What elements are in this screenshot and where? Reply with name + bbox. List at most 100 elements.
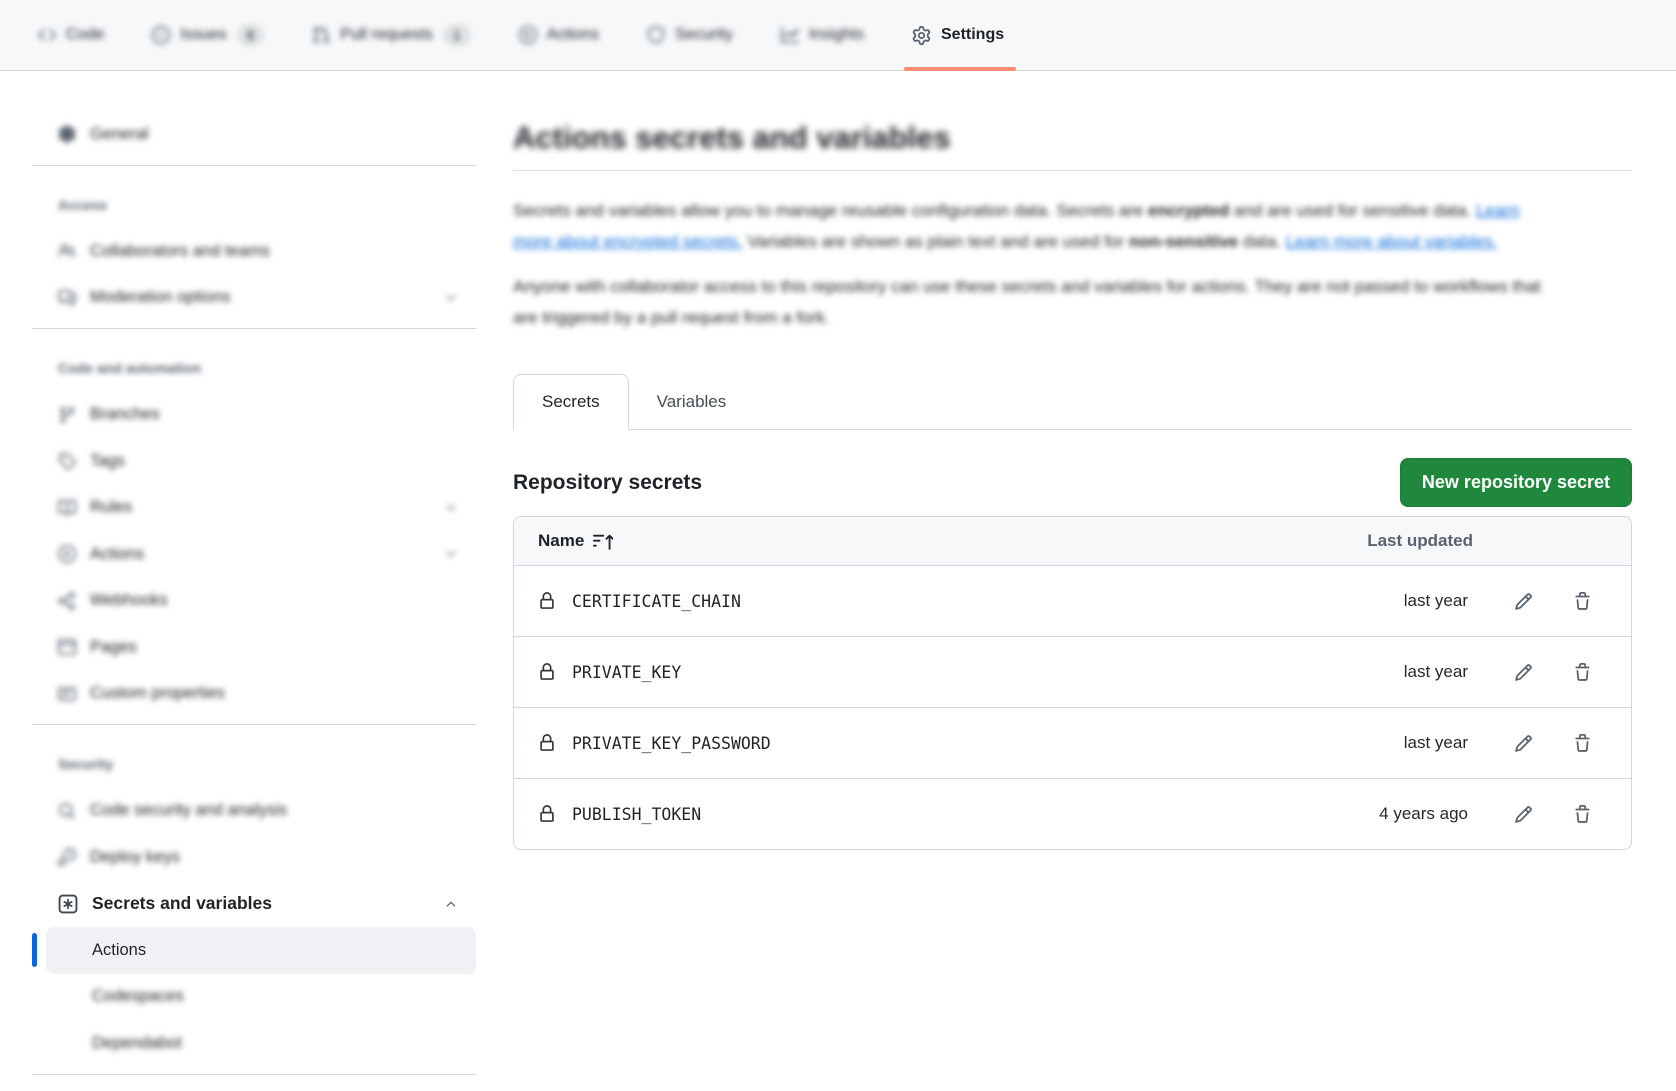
- nav-tab-pull-requests[interactable]: Pull requests 1: [294, 0, 488, 70]
- sidebar-subitem-actions[interactable]: Actions: [46, 927, 476, 974]
- graph-icon: [781, 26, 799, 44]
- sidebar-item-label: General: [90, 125, 149, 144]
- nav-tab-label: Settings: [941, 26, 1004, 44]
- pencil-icon: [1514, 734, 1533, 753]
- sidebar-item-label: Codespaces: [92, 987, 184, 1006]
- edit-secret-button[interactable]: [1514, 805, 1533, 824]
- nav-tab-actions[interactable]: Actions: [501, 0, 617, 70]
- sidebar-item-deploy-keys[interactable]: Deploy keys: [32, 834, 476, 881]
- description-text: Secrets and variables allow you to manag…: [513, 201, 1148, 220]
- issue-opened-icon: [152, 26, 170, 44]
- lock-icon: [538, 805, 556, 823]
- secrets-variables-tabnav: Secrets Variables: [513, 374, 1632, 430]
- sidebar-item-label: Collaborators and teams: [90, 242, 270, 261]
- chevron-up-icon: [444, 897, 458, 911]
- asterisk-box-icon: [58, 894, 78, 914]
- note-icon: [58, 685, 76, 703]
- repo-tab-bar: Code Issues 8 Pull requests 1 Actions Se…: [0, 0, 1676, 71]
- sidebar-item-branches[interactable]: Branches: [32, 392, 476, 439]
- page-title: Actions secrets and variables: [513, 119, 1632, 157]
- delete-secret-button[interactable]: [1573, 592, 1592, 611]
- table-row: PRIVATE_KEY_PASSWORD last year: [514, 707, 1631, 778]
- description-bold: encrypted: [1148, 201, 1229, 220]
- sidebar-item-tags[interactable]: Tags: [32, 438, 476, 485]
- sidebar-subitem-codespaces[interactable]: Codespaces: [46, 974, 476, 1021]
- sidebar-item-code-security[interactable]: Code security and analysis: [32, 788, 476, 835]
- gear-icon: [912, 26, 931, 45]
- divider: [513, 170, 1632, 171]
- nav-tab-label: Pull requests: [340, 26, 433, 44]
- sidebar-item-label: Code security and analysis: [90, 801, 287, 820]
- learn-more-variables-link[interactable]: Learn more about variables.: [1286, 232, 1498, 251]
- trash-icon: [1573, 592, 1592, 611]
- play-circle-icon: [519, 26, 537, 44]
- sidebar-item-webhooks[interactable]: Webhooks: [32, 578, 476, 625]
- table-header: Name Last updated: [514, 517, 1631, 565]
- nav-tab-code[interactable]: Code: [20, 0, 122, 70]
- sidebar-item-label: Custom properties: [90, 684, 225, 703]
- edit-secret-button[interactable]: [1514, 663, 1533, 682]
- secret-last-updated: 4 years ago: [1379, 804, 1468, 824]
- secret-last-updated: last year: [1404, 662, 1468, 682]
- sidebar-section-access: Access: [32, 182, 476, 229]
- pencil-icon: [1514, 663, 1533, 682]
- trash-icon: [1573, 805, 1592, 824]
- repository-secrets-heading: Repository secrets: [513, 471, 702, 495]
- lock-icon: [538, 592, 556, 610]
- sidebar-item-secrets-and-variables[interactable]: Secrets and variables: [32, 881, 476, 928]
- chevron-down-icon: [444, 501, 458, 515]
- chevron-down-icon: [444, 291, 458, 305]
- delete-secret-button[interactable]: [1573, 805, 1592, 824]
- secret-name: CERTIFICATE_CHAIN: [572, 592, 741, 611]
- secret-name: PRIVATE_KEY: [572, 663, 681, 682]
- description-text: and are used for sensitive data.: [1229, 201, 1476, 220]
- sidebar-item-general[interactable]: General: [32, 111, 476, 158]
- tab-variables[interactable]: Variables: [629, 374, 755, 429]
- column-label: Name: [538, 531, 584, 551]
- delete-secret-button[interactable]: [1573, 663, 1592, 682]
- sidebar-item-moderation-options[interactable]: Moderation options: [32, 275, 476, 322]
- column-header-name[interactable]: Name: [538, 531, 613, 551]
- issues-count-badge: 8: [237, 24, 265, 46]
- sort-ascending-icon: [593, 531, 613, 551]
- sidebar-item-custom-properties[interactable]: Custom properties: [32, 671, 476, 718]
- secret-name: PUBLISH_TOKEN: [572, 805, 701, 824]
- nav-tab-insights[interactable]: Insights: [763, 0, 882, 70]
- new-repository-secret-button[interactable]: New repository secret: [1400, 458, 1632, 507]
- repository-secrets-table: Name Last updated CERTIFICATE_CHAIN last…: [513, 516, 1632, 850]
- sidebar-item-label: Branches: [90, 405, 160, 424]
- search-shield-icon: [58, 802, 76, 820]
- sidebar-item-rules[interactable]: Rules: [32, 485, 476, 532]
- table-row: PUBLISH_TOKEN 4 years ago: [514, 778, 1631, 849]
- sidebar-item-label: Secrets and variables: [92, 893, 272, 914]
- nav-tab-issues[interactable]: Issues 8: [134, 0, 282, 70]
- nav-tab-security[interactable]: Security: [629, 0, 751, 70]
- description-paragraph-2: Anyone with collaborator access to this …: [513, 271, 1543, 333]
- sidebar-item-collaborators[interactable]: Collaborators and teams: [32, 228, 476, 275]
- delete-secret-button[interactable]: [1573, 734, 1592, 753]
- nav-tab-label: Code: [66, 26, 104, 44]
- table-row: CERTIFICATE_CHAIN last year: [514, 565, 1631, 636]
- sidebar-subitem-dependabot[interactable]: Dependabot: [46, 1020, 476, 1067]
- code-icon: [38, 26, 56, 44]
- description-text: data.: [1238, 232, 1285, 251]
- nav-tab-label: Security: [675, 26, 733, 44]
- git-pull-request-icon: [312, 26, 330, 44]
- nav-tab-settings[interactable]: Settings: [894, 0, 1022, 70]
- description-bold: non-sensitive: [1129, 232, 1239, 251]
- play-circle-icon: [58, 545, 76, 563]
- sidebar-item-label: Dependabot: [92, 1034, 182, 1053]
- tab-secrets[interactable]: Secrets: [513, 374, 629, 430]
- sidebar-item-label: Deploy keys: [90, 848, 180, 867]
- sidebar-item-label: Tags: [90, 452, 125, 471]
- trash-icon: [1573, 734, 1592, 753]
- sidebar-item-label: Rules: [90, 498, 132, 517]
- book-icon: [58, 499, 76, 517]
- edit-secret-button[interactable]: [1514, 734, 1533, 753]
- edit-secret-button[interactable]: [1514, 592, 1533, 611]
- sidebar-item-actions[interactable]: Actions: [32, 531, 476, 578]
- lock-icon: [538, 663, 556, 681]
- description-text: Variables are shown as plain text and ar…: [743, 232, 1129, 251]
- sidebar-item-pages[interactable]: Pages: [32, 624, 476, 671]
- chevron-down-icon: [444, 547, 458, 561]
